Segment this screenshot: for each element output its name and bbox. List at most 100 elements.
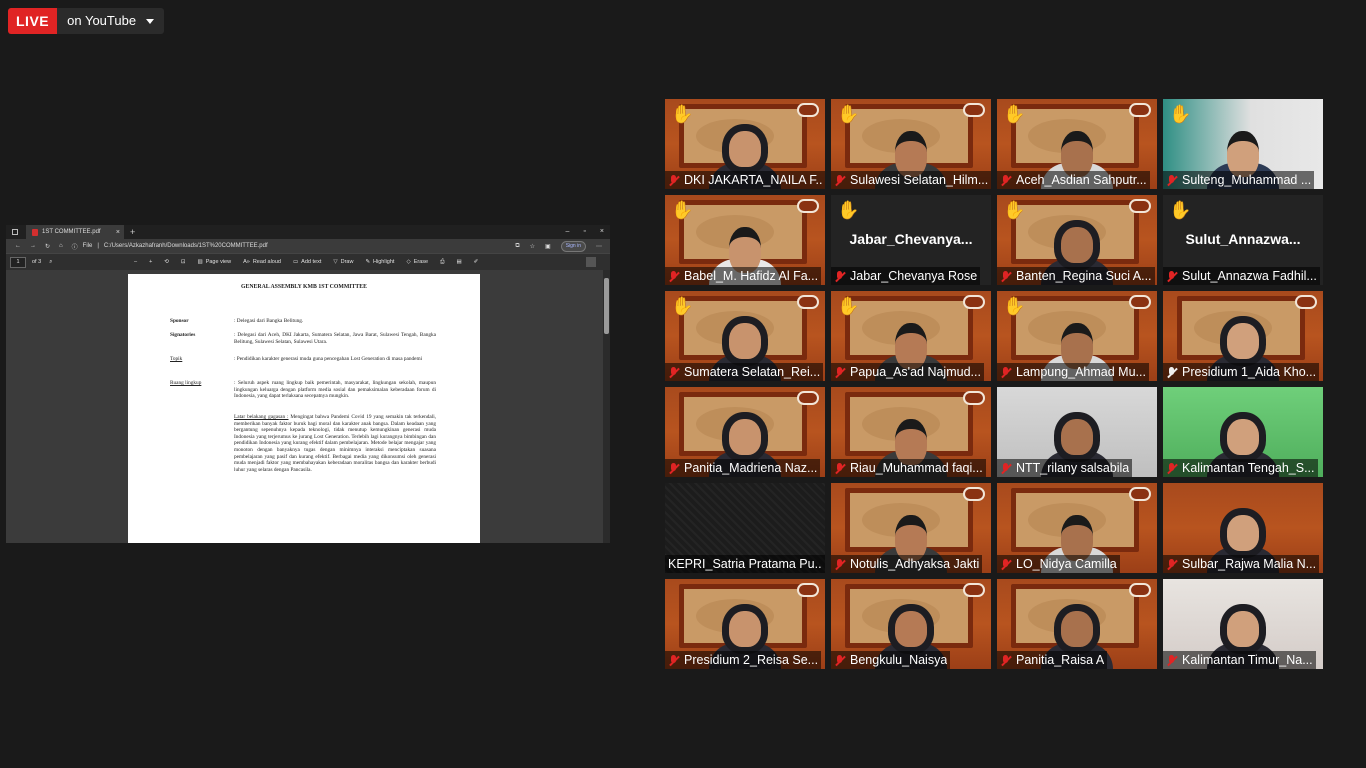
raised-hand-icon: ✋ <box>671 200 694 220</box>
participant-tile[interactable]: ✋ Papua_As'ad Najmud... <box>831 291 991 381</box>
search-icon[interactable]: ⌕ <box>49 259 52 266</box>
page-view-label: Page view <box>205 259 232 265</box>
muted-mic-icon <box>834 366 845 378</box>
add-text-label: Add text <box>301 259 322 265</box>
participant-name: Bengkulu_Naisya <box>850 653 948 667</box>
pdf-scrollbar[interactable] <box>603 270 610 543</box>
participant-name-bar: Papua_As'ad Najmud... <box>831 363 984 381</box>
address-bar-row: ← → ↻ ⌂ ⓘ File | C:/Users/Azkazhafranh/D… <box>6 239 610 253</box>
pdf-page: GENERAL ASSEMBLY KMB 1ST COMMITTEE Spons… <box>128 274 480 543</box>
participant-tile[interactable]: Jabar_Chevanya... ✋ Jabar_Chevanya Rose <box>831 195 991 285</box>
participant-tile[interactable]: Riau_Muhammad faqi... <box>831 387 991 477</box>
muted-mic-icon <box>834 654 845 666</box>
new-tab-button[interactable]: + <box>130 227 135 237</box>
tab-title: 1ST COMMITTEE.pdf <box>42 229 101 235</box>
participant-tile[interactable]: ✋ Aceh_Asdian Sahputr... <box>997 99 1157 189</box>
participant-name-bar: Kalimantan Tengah_S... <box>1163 459 1318 477</box>
muted-mic-icon <box>834 558 845 570</box>
page-number-input[interactable]: 1 <box>10 256 26 268</box>
participant-tile[interactable]: Presidium 2_Reisa Se... <box>665 579 825 669</box>
latar-belakang-label: Latar belakang gagasan : <box>234 414 289 420</box>
erase-icon: ◇ <box>406 259 411 265</box>
participant-tile[interactable]: Bengkulu_Naisya <box>831 579 991 669</box>
page-view-button[interactable]: ▥ Page view <box>198 259 232 265</box>
raised-hand-icon: ✋ <box>1169 200 1192 220</box>
participant-name: Kalimantan Tengah_S... <box>1182 461 1315 475</box>
participant-name: Banten_Regina Suci A... <box>1016 269 1152 283</box>
participant-name-bar: Sulawesi Selatan_Hilm... <box>831 171 991 189</box>
participant-tile[interactable]: Panitia_Raisa A <box>997 579 1157 669</box>
participant-name-bar: Aceh_Asdian Sahputr... <box>997 171 1150 189</box>
scrollbar-thumb[interactable] <box>604 278 609 334</box>
participant-tile[interactable]: Sulbar_Rajwa Malia N... <box>1163 483 1323 573</box>
info-icon: ⓘ <box>71 244 78 251</box>
refresh-icon[interactable]: ↻ <box>45 243 50 250</box>
tab-actions-icon[interactable] <box>12 229 18 235</box>
participant-name: Kalimantan Timur_Na... <box>1182 653 1313 667</box>
rotate-icon[interactable]: ⟲ <box>164 259 169 265</box>
participant-tile[interactable]: ✋ Sulteng_Muhammad ... <box>1163 99 1323 189</box>
save-as-icon[interactable]: ✐ <box>474 259 479 265</box>
live-stream-badge[interactable]: LIVE on YouTube <box>8 8 165 34</box>
forward-arrow-icon[interactable]: → <box>30 243 36 249</box>
participant-face <box>1227 611 1259 647</box>
print-icon[interactable]: ⎙ <box>440 259 444 266</box>
participant-tile[interactable]: ✋ Sulawesi Selatan_Hilm... <box>831 99 991 189</box>
pdf-viewer[interactable]: GENERAL ASSEMBLY KMB 1ST COMMITTEE Spons… <box>6 270 610 543</box>
fit-page-icon[interactable]: ⊡ <box>181 259 186 265</box>
maximize-button[interactable]: ▫ <box>583 225 585 239</box>
participant-name-bar: Sulteng_Muhammad ... <box>1163 171 1315 189</box>
draw-icon: ▽ <box>333 259 338 265</box>
zoom-in-button[interactable]: + <box>149 259 152 265</box>
read-mode-icon[interactable]: ⧉ <box>515 243 519 250</box>
minimize-button[interactable]: – <box>566 225 570 239</box>
address-bar[interactable]: ⓘ File | C:/Users/Azkazhafranh/Downloads… <box>72 242 268 251</box>
participant-tile[interactable]: ✋ Lampung_Ahmad Mu... <box>997 291 1157 381</box>
participant-tile[interactable]: LO_Nidya Camilla <box>997 483 1157 573</box>
participant-name: Babel_M. Hafidz Al Fa... <box>684 269 819 283</box>
muted-mic-icon <box>1166 558 1177 570</box>
erase-button[interactable]: ◇ Erase <box>406 259 428 265</box>
participant-tile[interactable]: ✋ Babel_M. Hafidz Al Fa... <box>665 195 825 285</box>
muted-mic-icon <box>1166 654 1177 666</box>
ruang-lingkup-label: Ruang lingkup <box>170 380 202 386</box>
draw-button[interactable]: ▽ Draw <box>333 259 353 265</box>
logo-badge-icon <box>963 103 985 117</box>
add-text-button[interactable]: ▭ Add text <box>293 259 321 265</box>
live-destination-dropdown[interactable]: on YouTube <box>57 8 165 34</box>
home-icon[interactable]: ⌂ <box>59 243 63 249</box>
muted-mic-icon <box>1000 270 1011 282</box>
participant-tile[interactable]: Presidium 1_Aida Kho... <box>1163 291 1323 381</box>
participant-name: Papua_As'ad Najmud... <box>850 365 981 379</box>
save-icon[interactable]: ▤ <box>456 259 461 265</box>
browser-tab-pdf[interactable]: 1ST COMMITTEE.pdf × <box>26 225 124 239</box>
muted-mic-icon <box>1000 462 1011 474</box>
logo-badge-icon <box>797 103 819 117</box>
participant-tile[interactable]: KEPRI_Satria Pratama Pu... <box>665 483 825 573</box>
participant-tile[interactable]: ✋ Banten_Regina Suci A... <box>997 195 1157 285</box>
page-view-icon: ▥ <box>197 259 203 265</box>
highlight-button[interactable]: ✎ Highlight <box>365 259 394 265</box>
muted-mic-icon <box>1000 174 1011 186</box>
participant-tile[interactable]: ✋ Sumatera Selatan_Rei... <box>665 291 825 381</box>
close-window-button[interactable]: × <box>600 225 604 239</box>
zoom-out-button[interactable]: – <box>134 259 137 265</box>
participant-tile[interactable]: ✋ DKI JAKARTA_NAILA F... <box>665 99 825 189</box>
collections-icon[interactable]: ▣ <box>545 243 551 250</box>
participant-name: Presidium 1_Aida Kho... <box>1182 365 1317 379</box>
participant-tile[interactable]: NTT_rilany salsabila <box>997 387 1157 477</box>
more-icon[interactable]: ⋯ <box>596 243 602 250</box>
read-aloud-button[interactable]: A» Read aloud <box>243 259 281 265</box>
sign-in-button[interactable]: Sign in <box>560 240 586 252</box>
back-arrow-icon[interactable]: ← <box>15 243 21 249</box>
participant-tile[interactable]: Kalimantan Timur_Na... <box>1163 579 1323 669</box>
pin-toolbar-icon[interactable] <box>586 257 596 267</box>
participant-name: Panitia_Raisa A <box>1016 653 1105 667</box>
participant-tile[interactable]: Kalimantan Tengah_S... <box>1163 387 1323 477</box>
close-tab-icon[interactable]: × <box>116 229 120 236</box>
participant-tile[interactable]: Panitia_Madriena Naz... <box>665 387 825 477</box>
erase-label: Erase <box>413 259 429 265</box>
participant-tile[interactable]: Notulis_Adhyaksa Jakti <box>831 483 991 573</box>
favorite-icon[interactable]: ☆ <box>530 243 535 250</box>
participant-tile[interactable]: Sulut_Annazwa... ✋ Sulut_Annazwa Fadhil... <box>1163 195 1323 285</box>
